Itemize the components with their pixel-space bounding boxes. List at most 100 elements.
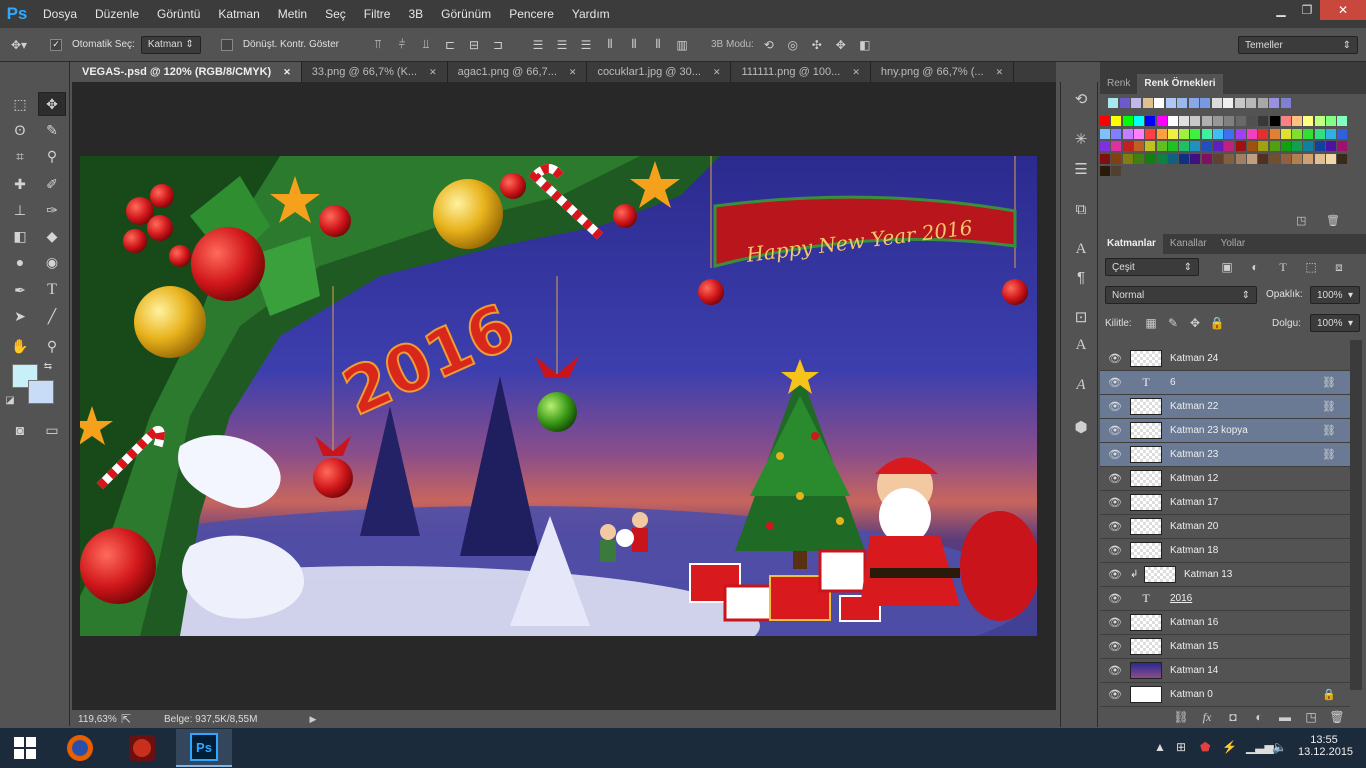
- align-bottom-icon[interactable]: ⫫: [417, 36, 435, 54]
- swatch[interactable]: [1292, 128, 1303, 139]
- layer-row[interactable]: 👁 Katman 24: [1100, 347, 1350, 371]
- link-layers-icon[interactable]: ⛓: [1172, 708, 1190, 726]
- swatch[interactable]: [1177, 98, 1187, 108]
- share-icon[interactable]: ⇱: [118, 710, 134, 728]
- 3d-panel-icon[interactable]: ⬢: [1070, 416, 1092, 438]
- visibility-eye-icon[interactable]: 👁: [1100, 472, 1130, 485]
- layer-name[interactable]: Katman 23: [1170, 449, 1218, 460]
- document-tab[interactable]: 33.png @ 66,7% (K... ✕: [301, 62, 448, 82]
- swatch[interactable]: [1133, 128, 1144, 139]
- swatch[interactable]: [1111, 153, 1122, 164]
- history-panel-icon[interactable]: ⟲: [1070, 88, 1092, 110]
- swatch[interactable]: [1269, 128, 1280, 139]
- slide-3d-icon[interactable]: ✥: [832, 36, 850, 54]
- status-menu-arrow-icon[interactable]: ▶: [304, 710, 322, 728]
- layer-row[interactable]: 👁 Katman 22 ⛓: [1100, 395, 1350, 419]
- swatch[interactable]: [1292, 141, 1303, 151]
- tray-expand-icon[interactable]: ▲: [1154, 740, 1166, 754]
- visibility-eye-icon[interactable]: 👁: [1100, 616, 1130, 629]
- roll-3d-icon[interactable]: ◎: [784, 36, 802, 54]
- spot-heal-tool-icon[interactable]: ✚: [6, 172, 34, 196]
- swatch[interactable]: [1145, 153, 1156, 164]
- lock-transparent-icon[interactable]: ▦: [1142, 314, 1160, 332]
- tab-paths[interactable]: Yollar: [1214, 234, 1253, 254]
- swatch[interactable]: [1269, 98, 1279, 108]
- new-swatch-icon[interactable]: ◳: [1296, 214, 1306, 227]
- layers-scrollbar[interactable]: [1350, 340, 1362, 690]
- swatch[interactable]: [1100, 116, 1110, 126]
- dodge-tool-icon[interactable]: ◉: [38, 250, 66, 274]
- document-tab[interactable]: agac1.png @ 66,7... ✕: [447, 62, 588, 82]
- swatch[interactable]: [1190, 116, 1201, 126]
- document-tab[interactable]: cocuklar1.jpg @ 30... ✕: [587, 62, 732, 82]
- visibility-eye-icon[interactable]: 👁: [1100, 664, 1130, 677]
- character-panel-icon[interactable]: A: [1070, 238, 1092, 260]
- eraser-tool-icon[interactable]: ◧: [6, 224, 34, 248]
- layer-row[interactable]: 👁 Katman 0 🔒: [1100, 683, 1350, 707]
- distribute-top-icon[interactable]: ☰: [529, 36, 547, 54]
- close-tab-icon[interactable]: ✕: [429, 67, 437, 78]
- layer-name[interactable]: Katman 22: [1170, 401, 1218, 412]
- firefox-taskbar-button[interactable]: [52, 729, 108, 767]
- swatch[interactable]: [1234, 98, 1245, 108]
- swatch[interactable]: [1100, 166, 1110, 176]
- swatch[interactable]: [1280, 153, 1291, 164]
- blur-tool-icon[interactable]: ●: [6, 250, 34, 274]
- menu-item[interactable]: Dosya: [34, 0, 86, 28]
- swatch[interactable]: [1280, 116, 1291, 126]
- zoom-tool-icon[interactable]: ⚲: [38, 334, 66, 358]
- swatch[interactable]: [1119, 98, 1130, 108]
- distribute-right-icon[interactable]: ⦀: [649, 36, 667, 54]
- new-group-icon[interactable]: ▬: [1276, 708, 1294, 726]
- layer-row[interactable]: 👁 Katman 16: [1100, 611, 1350, 635]
- brush-tool-icon[interactable]: ✐: [38, 172, 66, 196]
- swatch[interactable]: [1190, 153, 1201, 164]
- workspace-select[interactable]: Temeller ⇕: [1238, 36, 1358, 54]
- quick-mask-icon[interactable]: ◙: [6, 418, 34, 442]
- path-select-tool-icon[interactable]: ➤: [6, 304, 34, 328]
- add-mask-icon[interactable]: ◘: [1224, 708, 1242, 726]
- visibility-eye-icon[interactable]: 👁: [1100, 400, 1130, 413]
- history-brush-tool-icon[interactable]: ✑: [38, 198, 66, 222]
- menu-item[interactable]: Seç: [316, 0, 355, 28]
- move-tool-icon[interactable]: ✥: [38, 92, 66, 116]
- menu-item[interactable]: Yardım: [563, 0, 619, 28]
- swatch[interactable]: [1213, 116, 1223, 126]
- swatch[interactable]: [1179, 141, 1190, 151]
- swatch[interactable]: [1167, 116, 1178, 126]
- swatch[interactable]: [1201, 141, 1212, 151]
- tray-clock[interactable]: 13:55 13.12.2015: [1298, 734, 1353, 758]
- visibility-eye-icon[interactable]: 👁: [1100, 544, 1130, 557]
- layer-style-icon[interactable]: fx: [1198, 708, 1216, 726]
- layer-name[interactable]: 2016: [1170, 593, 1192, 604]
- visibility-eye-icon[interactable]: 👁: [1100, 376, 1130, 389]
- layer-row[interactable]: 👁 T 2016: [1100, 587, 1350, 611]
- swatch[interactable]: [1145, 128, 1156, 139]
- pan-3d-icon[interactable]: ✣: [808, 36, 826, 54]
- swatch[interactable]: [1292, 153, 1303, 164]
- marquee-tool-icon[interactable]: ⬚: [6, 92, 34, 116]
- swatch[interactable]: [1201, 116, 1212, 126]
- zoom-level[interactable]: 119,63%: [72, 714, 118, 725]
- swatch[interactable]: [1179, 116, 1190, 126]
- swatch[interactable]: [1156, 128, 1167, 139]
- swatch[interactable]: [1167, 141, 1178, 151]
- align-left-icon[interactable]: ⊏: [441, 36, 459, 54]
- lock-position-icon[interactable]: ✥: [1186, 314, 1204, 332]
- swatch[interactable]: [1111, 141, 1122, 151]
- align-top-icon[interactable]: ⫪: [369, 36, 387, 54]
- distribute-bottom-icon[interactable]: ☰: [577, 36, 595, 54]
- swatch[interactable]: [1224, 116, 1235, 126]
- swap-colors-icon[interactable]: ⇆: [40, 358, 56, 374]
- swatch[interactable]: [1314, 153, 1325, 164]
- swatch[interactable]: [1111, 166, 1122, 176]
- layer-name[interactable]: Katman 15: [1170, 641, 1218, 652]
- layer-name[interactable]: Katman 13: [1184, 569, 1232, 580]
- rotate-3d-icon[interactable]: ⟲: [760, 36, 778, 54]
- swatch[interactable]: [1201, 128, 1212, 139]
- swatch[interactable]: [1156, 153, 1167, 164]
- swatch[interactable]: [1224, 153, 1235, 164]
- layer-row[interactable]: 👁 Katman 20: [1100, 515, 1350, 539]
- distribute-left-icon[interactable]: ⦀: [601, 36, 619, 54]
- tray-power-icon[interactable]: ⚡: [1222, 740, 1237, 754]
